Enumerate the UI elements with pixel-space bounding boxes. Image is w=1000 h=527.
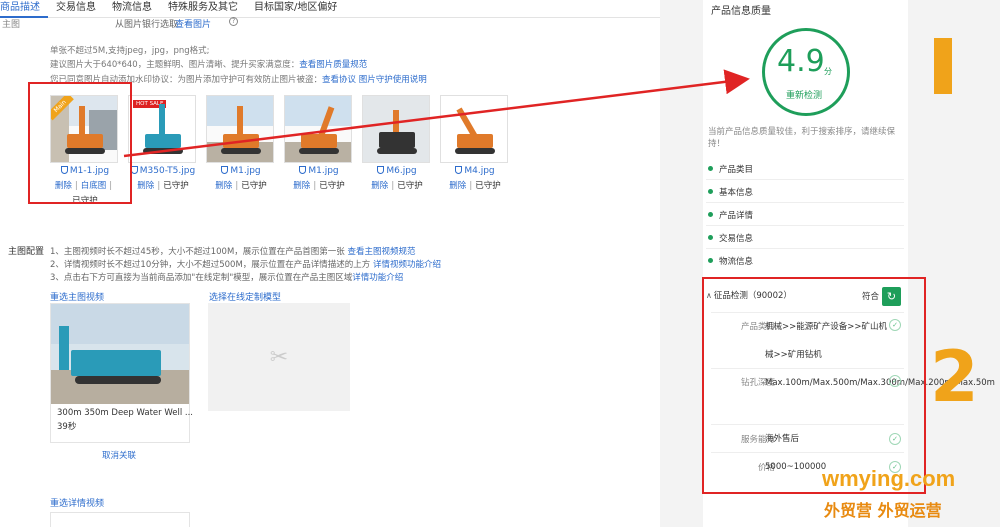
video-card[interactable]: 300m 350m Deep Water Well ... 39秒 <box>50 303 194 443</box>
delete-button[interactable]: 删除 <box>137 181 154 191</box>
custom-model-placeholder[interactable]: ✂ <box>208 303 350 411</box>
file-name: M4.jpg <box>440 166 510 176</box>
recheck-button[interactable]: 重新检测 <box>786 88 822 101</box>
main-video-spec-link[interactable]: 查看主图视频规范 <box>348 247 416 257</box>
select-model-link[interactable]: 选择在线定制模型 <box>209 290 281 303</box>
delete-button[interactable]: 删除 <box>371 181 388 191</box>
watermark-slogan: 外贸营 外贸运营 <box>824 501 942 520</box>
score-unit: 分 <box>824 67 832 76</box>
file-name: M6.jpg <box>362 166 432 176</box>
quality-category-item[interactable]: 交易信息 <box>708 232 753 244</box>
video-duration: 39秒 <box>57 422 77 432</box>
quality-category-item[interactable]: 产品类目 <box>708 163 753 175</box>
shield-icon <box>299 166 307 174</box>
quality-category-item[interactable]: 物流信息 <box>708 255 753 267</box>
delete-button[interactable]: 删除 <box>215 181 232 191</box>
annotation-box-attr-check <box>702 277 926 494</box>
image-rule-1: 单张不超过5M,支持jpeg，jpg，png格式; <box>50 46 210 56</box>
main-image-row: 主图 从图片银行选取 查看图片 ? <box>0 17 660 30</box>
quality-category-item[interactable]: 基本信息 <box>708 186 753 198</box>
guard-status: 已守护 <box>475 181 501 191</box>
tab-logistics-info[interactable]: 物流信息 <box>104 0 160 18</box>
image-rule-2: 建议图片大于640*640，主题鲜明、图片清晰、提升买家满意度：查看图片质量规范 <box>50 60 368 70</box>
guard-status: 已守护 <box>319 181 345 191</box>
tab-target-region[interactable]: 目标国家/地区偏好 <box>246 0 345 18</box>
file-name: M1.jpg <box>284 166 354 176</box>
video-title: 300m 350m Deep Water Well ... <box>57 408 194 418</box>
form-tabs: 商品描述 交易信息 物流信息 特殊服务及其它 目标国家/地区偏好 <box>0 0 660 18</box>
thumbnail-item: M4.jpg 删除 | 已守护 <box>440 95 510 191</box>
shield-icon <box>377 166 385 174</box>
product-image[interactable]: HOT SALE <box>128 95 196 163</box>
shield-icon <box>221 166 229 174</box>
quality-category-item[interactable]: 产品详情 <box>708 209 753 221</box>
guard-status: 已守护 <box>397 181 423 191</box>
tab-trade-info[interactable]: 交易信息 <box>48 0 104 18</box>
annotation-box-main-image <box>28 82 132 204</box>
delete-button[interactable]: 删除 <box>449 181 466 191</box>
tab-special-services[interactable]: 特殊服务及其它 <box>160 0 246 18</box>
watermark-url: wmying.com <box>822 466 956 491</box>
main-image-label: 主图 <box>2 20 21 30</box>
file-name: M1.jpg <box>206 166 276 176</box>
thumbnail-item: M1.jpg 删除 | 已守护 <box>284 95 354 191</box>
tools-icon: ✂ <box>269 345 289 370</box>
product-image[interactable] <box>362 95 430 163</box>
detail-feature-link[interactable]: 详情功能介绍 <box>352 273 403 283</box>
video-config-label: 主图配置 <box>8 247 45 257</box>
guard-status: 已守护 <box>163 181 189 191</box>
shield-icon <box>455 166 463 174</box>
image-bank-option[interactable]: 从图片银行选取 <box>115 17 178 30</box>
quality-score: 4.9 <box>777 44 825 79</box>
product-edit-panel: 商品描述 交易信息 物流信息 特殊服务及其它 目标国家/地区偏好 主图 从图片银… <box>0 0 660 527</box>
video-note-2: 2、详情视频时长不超过10分钟，大小不超过500M，展示位置在产品详情描述的上方… <box>50 260 442 270</box>
video-note-1: 1、主图视频时长不超过45秒，大小不超过100M，展示位置在产品首图第一张 查看… <box>50 247 416 257</box>
reselect-detail-video-link[interactable]: 重选详情视频 <box>50 496 104 509</box>
help-icon[interactable]: ? <box>229 17 238 26</box>
image-guard-link[interactable]: 图片守护使用说明 <box>359 75 427 85</box>
annotation-number-2: 2 <box>930 336 979 418</box>
thumbnail-item: M6.jpg 删除 | 已守护 <box>362 95 432 191</box>
guard-status: 已守护 <box>241 181 267 191</box>
score-tip: 当前产品信息质量较佳，利于搜索排序，请继续保持！ <box>708 127 896 149</box>
tab-product-description[interactable]: 商品描述 <box>0 0 48 18</box>
product-image[interactable] <box>440 95 508 163</box>
product-image[interactable] <box>206 95 274 163</box>
video-note-3: 3、点击右下方可直接为当前商品添加"在线定制"模型，展示位置在产品主图区域详情功… <box>50 273 404 283</box>
unlink-video-button[interactable]: 取消关联 <box>102 449 136 461</box>
product-image[interactable] <box>284 95 352 163</box>
file-name: M350-T5.jpg <box>128 166 198 176</box>
quality-panel-title: 产品信息质量 <box>711 6 771 17</box>
thumbnail-item: HOT SALE M350-T5.jpg 删除 | 已守护 <box>128 95 198 191</box>
reselect-main-video-link[interactable]: 重选主图视频 <box>50 290 104 303</box>
view-images-link[interactable]: 查看图片 <box>175 17 211 30</box>
video-thumbnail <box>51 304 189 404</box>
delete-button[interactable]: 删除 <box>293 181 310 191</box>
image-quality-link[interactable]: 查看图片质量规范 <box>299 60 367 70</box>
annotation-number-1 <box>934 38 952 94</box>
thumbnail-item: M1.jpg 删除 | 已守护 <box>206 95 276 191</box>
agreement-link[interactable]: 查看协议 <box>322 75 356 85</box>
detail-video-intro-link[interactable]: 详情视频功能介绍 <box>373 260 441 270</box>
detail-video-card <box>50 512 190 527</box>
